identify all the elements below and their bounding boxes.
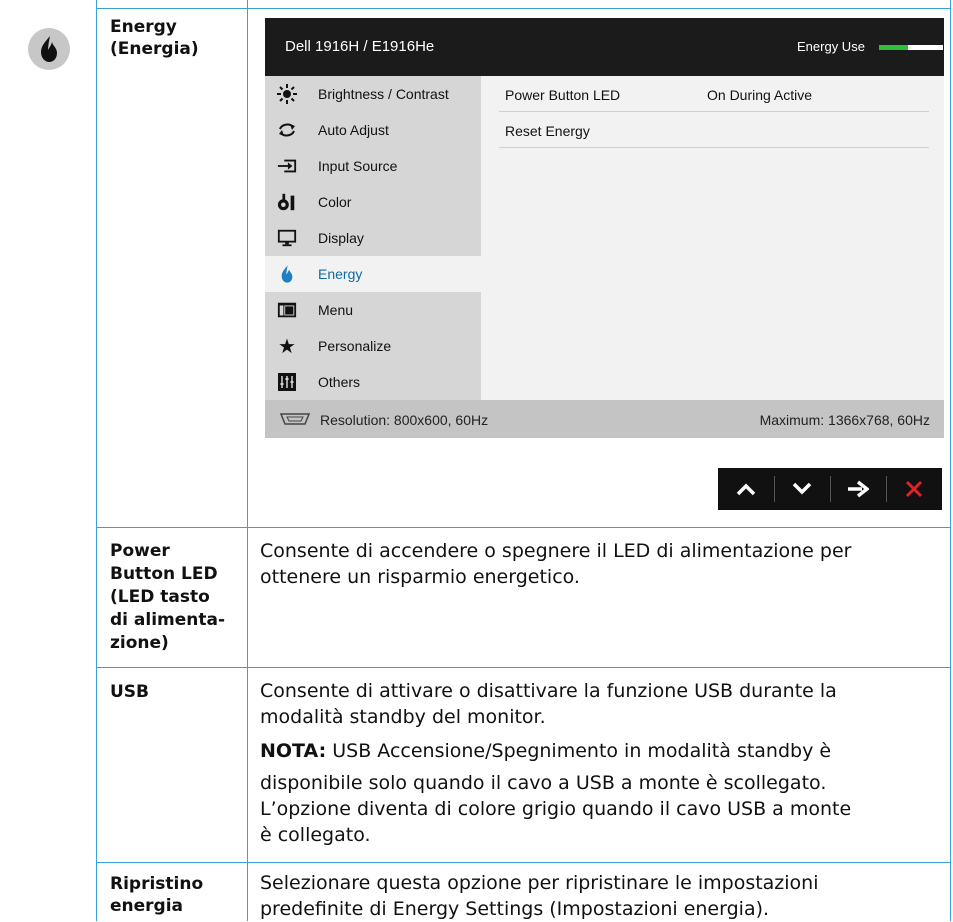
row-label-power-button-led: Power Button LED (LED tasto di alimenta-… [110,540,225,655]
down-button[interactable] [774,468,830,510]
select-button[interactable] [830,468,886,510]
flame-icon [28,28,70,70]
table-border-mid [247,0,248,921]
submenu-label: Power Button LED [505,87,621,103]
menu-icon [277,300,297,320]
menu-item-label: Others [318,374,361,390]
close-icon [905,480,923,498]
desc-line: predefinite di Energy Settings (Impostaz… [260,898,770,920]
down-arrow-icon [792,482,812,495]
menu-item-label: Display [318,230,364,246]
menu-item-label: Color [318,194,352,210]
brightness-icon [277,84,297,104]
max-resolution-text: Maximum: 1366x768, 60Hz [759,412,930,428]
row-label-usb: USB [110,681,149,703]
vga-connector-icon [279,412,311,429]
submenu-divider [499,147,929,148]
up-button[interactable] [718,468,774,510]
menu-item-label: Input Source [318,158,398,174]
menu-item-display[interactable]: Display [265,220,481,256]
desc-line: modalità standby del monitor. [260,706,546,728]
submenu-power-button-led[interactable]: Power Button LED On During Active [499,76,929,112]
submenu-label: Reset Energy [505,123,590,139]
table-row-divider [96,667,951,668]
row-label-line: Button LED [110,564,218,584]
exit-button[interactable] [886,468,942,510]
row-description-usb: Consente di attivare o disattivare la fu… [260,678,851,848]
table-row-divider [96,527,951,528]
desc-line: Consente di attivare o disattivare la fu… [260,680,837,702]
row-label-line: di alimenta- [110,610,226,630]
row-description-power-button-led: Consente di accendere o spegnere il LED … [260,538,851,590]
osd-main-menu: Brightness / Contrast Auto Adjust Input … [265,76,481,400]
table-border-top [96,8,951,9]
menu-item-personalize[interactable]: ★ Personalize [265,328,481,364]
menu-item-energy[interactable]: Energy [265,256,481,292]
osd-footer: Resolution: 800x600, 60Hz Maximum: 1366x… [265,400,944,438]
menu-item-label: Brightness / Contrast [318,86,449,102]
menu-item-label: Personalize [318,338,392,354]
input-source-icon [277,156,297,176]
feature-title-line: Energy [110,17,177,37]
resolution-text: Resolution: 800x600, 60Hz [320,412,489,428]
table-border-left [96,0,97,921]
up-arrow-icon [736,483,756,496]
osd-header: Dell 1916H / E1916He Energy Use [265,18,944,76]
menu-item-others[interactable]: Others [265,364,481,400]
row-label-line: Power [110,541,170,561]
desc-line: Selezionare questa opzione per ripristin… [260,872,819,894]
submenu-value: On During Active [707,87,813,103]
menu-item-menu[interactable]: Menu [265,292,481,328]
feature-title-line: (Energia) [110,39,199,59]
submenu-reset-energy[interactable]: Reset Energy [499,112,929,148]
note-text: USB Accensione/Spegnimento in modalità s… [326,740,832,762]
row-description-reset-energy: Selezionare questa opzione per ripristin… [260,870,819,922]
auto-adjust-icon [277,120,297,140]
flame-icon [277,264,297,284]
menu-item-label: Energy [318,266,363,282]
menu-item-label: Auto Adjust [318,122,389,138]
feature-title: Energy (Energia) [110,16,199,60]
row-label-line: energia [110,896,184,916]
row-label-reset-energy: Ripristino energia [110,873,203,917]
row-label-line: (LED tasto [110,587,210,607]
color-icon [277,192,297,212]
energy-use-fill [879,45,908,50]
menu-item-brightness-contrast[interactable]: Brightness / Contrast [265,76,481,112]
menu-item-auto-adjust[interactable]: Auto Adjust [265,112,481,148]
note-line: è collegato. [260,824,371,846]
note-line: disponibile solo quando il cavo a USB a … [260,772,827,794]
menu-item-input-source[interactable]: Input Source [265,148,481,184]
desc-line: Consente di accendere o spegnere il LED … [260,540,852,562]
energy-use-bar [879,45,943,50]
menu-item-color[interactable]: Color [265,184,481,220]
note-line: NOTA: USB Accensione/Spegnimento in moda… [260,738,851,764]
table-row-divider [96,862,951,863]
monitor-model: Dell 1916H / E1916He [285,38,435,55]
row-label-line: Ripristino [110,874,204,894]
note-line: L’opzione diventa di colore grigio quand… [260,798,852,820]
menu-item-label: Menu [318,302,354,318]
row-label-line: zione) [110,633,169,653]
note-label: NOTA: [260,740,327,762]
others-icon [277,372,297,392]
right-arrow-icon [848,480,869,498]
osd-body: Brightness / Contrast Auto Adjust Input … [265,76,944,400]
row-label-line: USB [110,682,150,702]
star-icon: ★ [278,335,296,358]
osd-nav-buttons [718,468,942,510]
table-border-right [950,0,951,921]
desc-line: ottenere un risparmio energetico. [260,566,580,588]
display-icon [277,228,297,248]
energy-use-label: Energy Use [797,39,865,54]
osd-menu: Dell 1916H / E1916He Energy Use Brightne… [265,18,944,438]
